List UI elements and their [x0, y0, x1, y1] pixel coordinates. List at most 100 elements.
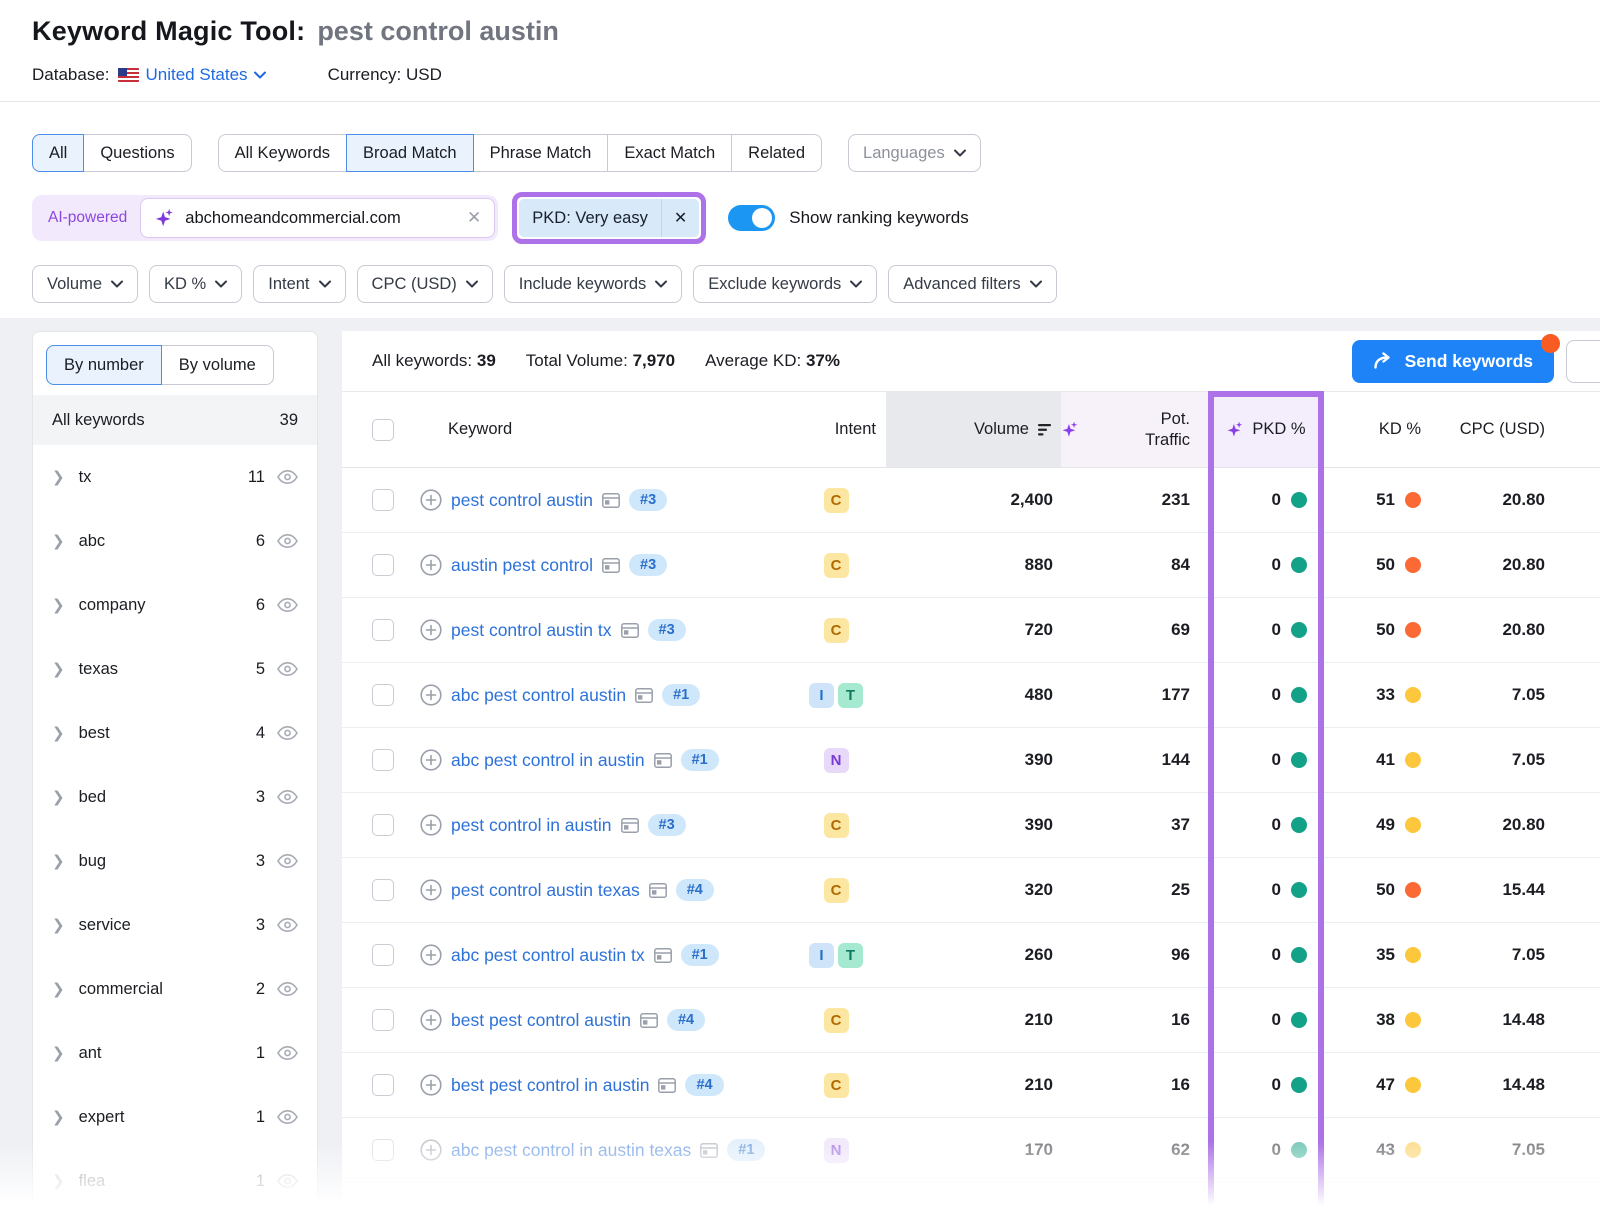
row-checkbox[interactable]: [372, 489, 394, 511]
keyword-link[interactable]: abc pest control in austin: [451, 750, 645, 771]
add-keyword-icon[interactable]: [420, 879, 442, 901]
serp-features-icon[interactable]: [621, 623, 639, 638]
remove-pkd-filter-icon[interactable]: ✕: [662, 208, 699, 228]
keyword-group-item[interactable]: ❯ ant 1: [33, 1021, 317, 1085]
keyword-group-item[interactable]: ❯ abc 6: [33, 509, 317, 573]
sort-by-volume-tab[interactable]: By volume: [161, 345, 274, 385]
keyword-group-item[interactable]: ❯ tx 11: [33, 445, 317, 509]
keyword-link[interactable]: best pest control austin: [451, 1010, 631, 1031]
eye-icon[interactable]: [277, 1110, 298, 1124]
eye-icon[interactable]: [277, 982, 298, 996]
eye-icon[interactable]: [277, 662, 298, 676]
col-keyword[interactable]: Keyword: [414, 392, 786, 467]
col-kd[interactable]: KD %: [1324, 392, 1434, 467]
add-keyword-icon[interactable]: [420, 944, 442, 966]
serp-features-icon[interactable]: [640, 1013, 658, 1028]
keyword-group-item[interactable]: ❯ bed 3: [33, 765, 317, 829]
tab-related[interactable]: Related: [731, 134, 822, 172]
eye-icon[interactable]: [277, 598, 298, 612]
serp-features-icon[interactable]: [602, 493, 620, 508]
keyword-group-item[interactable]: ❯ expert 1: [33, 1085, 317, 1149]
keyword-group-item[interactable]: ❯ commercial 2: [33, 957, 317, 1021]
domain-input[interactable]: abchomeandcommercial.com ✕: [140, 198, 495, 238]
row-checkbox[interactable]: [372, 619, 394, 641]
col-pot-traffic[interactable]: Pot. Traffic: [1061, 392, 1208, 467]
keyword-group-item[interactable]: ❯ company 6: [33, 573, 317, 637]
add-keyword-icon[interactable]: [420, 1074, 442, 1096]
serp-features-icon[interactable]: [602, 558, 620, 573]
row-checkbox[interactable]: [372, 944, 394, 966]
keyword-link[interactable]: pest control in austin: [451, 815, 612, 836]
tab-questions[interactable]: Questions: [83, 134, 191, 172]
keyword-group-item[interactable]: ❯ flea 1: [33, 1149, 317, 1213]
col-intent[interactable]: Intent: [786, 392, 886, 467]
add-keyword-icon[interactable]: [420, 749, 442, 771]
keyword-group-item[interactable]: ❯ service 3: [33, 893, 317, 957]
keyword-group-item[interactable]: ❯ texas 5: [33, 637, 317, 701]
eye-icon[interactable]: [277, 726, 298, 740]
tab-all-keywords[interactable]: All Keywords: [218, 134, 347, 172]
row-checkbox[interactable]: [372, 1009, 394, 1031]
sort-by-number-tab[interactable]: By number: [46, 345, 162, 385]
send-keywords-button[interactable]: Send keywords: [1352, 340, 1554, 383]
row-checkbox[interactable]: [372, 684, 394, 706]
add-keyword-icon[interactable]: [420, 619, 442, 641]
eye-icon[interactable]: [277, 790, 298, 804]
keyword-link[interactable]: abc pest control austin: [451, 685, 626, 706]
keyword-group-item[interactable]: ❯ bug 3: [33, 829, 317, 893]
row-checkbox[interactable]: [372, 554, 394, 576]
add-keyword-icon[interactable]: [420, 1009, 442, 1031]
add-keyword-icon[interactable]: [420, 1139, 442, 1161]
advanced-filters-dropdown[interactable]: Advanced filters: [888, 265, 1056, 303]
serp-features-icon[interactable]: [658, 1078, 676, 1093]
keyword-link[interactable]: pest control austin texas: [451, 880, 640, 901]
row-checkbox[interactable]: [372, 749, 394, 771]
row-checkbox[interactable]: [372, 1074, 394, 1096]
serp-features-icon[interactable]: [654, 753, 672, 768]
keyword-link[interactable]: austin pest control: [451, 555, 593, 576]
all-keywords-group[interactable]: All keywords 39: [33, 395, 317, 445]
tab-all[interactable]: All: [32, 134, 84, 172]
serp-features-icon[interactable]: [654, 948, 672, 963]
eye-icon[interactable]: [277, 918, 298, 932]
intent-filter-dropdown[interactable]: Intent: [253, 265, 345, 303]
keyword-link[interactable]: pest control austin tx: [451, 620, 612, 641]
keyword-group-item[interactable]: ❯ best 4: [33, 701, 317, 765]
add-keyword-icon[interactable]: [420, 814, 442, 836]
eye-icon[interactable]: [277, 534, 298, 548]
serp-features-icon[interactable]: [649, 883, 667, 898]
eye-icon[interactable]: [277, 1046, 298, 1060]
eye-icon[interactable]: [277, 854, 298, 868]
select-all-checkbox[interactable]: [372, 419, 394, 441]
clear-domain-icon[interactable]: ✕: [467, 208, 481, 228]
eye-icon[interactable]: [277, 1174, 298, 1188]
partial-edge-button[interactable]: [1566, 340, 1600, 383]
keyword-link[interactable]: pest control austin: [451, 490, 593, 511]
tab-broad-match[interactable]: Broad Match: [346, 134, 474, 172]
col-volume[interactable]: Volume: [886, 392, 1061, 467]
serp-features-icon[interactable]: [700, 1143, 718, 1158]
row-checkbox[interactable]: [372, 814, 394, 836]
languages-dropdown[interactable]: Languages: [848, 134, 981, 172]
add-keyword-icon[interactable]: [420, 684, 442, 706]
tab-exact-match[interactable]: Exact Match: [607, 134, 732, 172]
show-ranking-keywords-toggle[interactable]: [728, 205, 775, 231]
row-checkbox[interactable]: [372, 1139, 394, 1161]
col-pkd[interactable]: PKD %: [1208, 392, 1324, 467]
exclude-keywords-dropdown[interactable]: Exclude keywords: [693, 265, 877, 303]
keyword-link[interactable]: best pest control in austin: [451, 1075, 649, 1096]
serp-features-icon[interactable]: [621, 818, 639, 833]
include-keywords-dropdown[interactable]: Include keywords: [504, 265, 682, 303]
add-keyword-icon[interactable]: [420, 489, 442, 511]
keyword-link[interactable]: abc pest control austin tx: [451, 945, 645, 966]
add-keyword-icon[interactable]: [420, 554, 442, 576]
kd-filter-dropdown[interactable]: KD %: [149, 265, 242, 303]
tab-phrase-match[interactable]: Phrase Match: [473, 134, 609, 172]
row-checkbox[interactable]: [372, 879, 394, 901]
volume-filter-dropdown[interactable]: Volume: [32, 265, 138, 303]
cpc-filter-dropdown[interactable]: CPC (USD): [357, 265, 493, 303]
serp-features-icon[interactable]: [635, 688, 653, 703]
keyword-link[interactable]: abc pest control in austin texas: [451, 1140, 691, 1161]
database-selector[interactable]: United States: [146, 65, 266, 85]
pkd-filter-chip[interactable]: PKD: Very easy ✕: [519, 199, 699, 237]
